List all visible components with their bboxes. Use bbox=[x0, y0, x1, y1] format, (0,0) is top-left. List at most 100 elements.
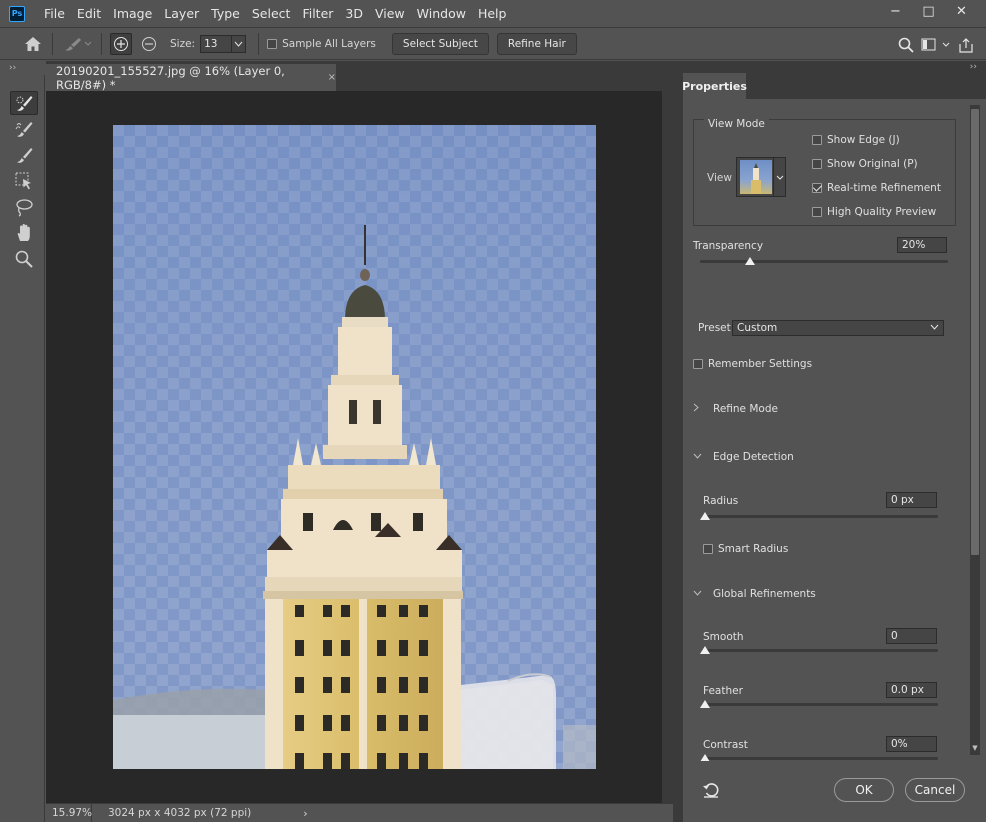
separator bbox=[101, 33, 102, 55]
chevron-right-icon[interactable] bbox=[693, 403, 705, 415]
smooth-slider[interactable] bbox=[700, 646, 938, 654]
view-label: View bbox=[707, 172, 732, 184]
panel-collapse-button[interactable]: ›› bbox=[683, 61, 986, 73]
show-edge-box[interactable] bbox=[812, 135, 822, 145]
menu-type[interactable]: Type bbox=[205, 0, 246, 28]
panel-scrollbar-thumb[interactable] bbox=[971, 109, 979, 555]
remember-settings-box[interactable] bbox=[693, 359, 703, 369]
search-icon[interactable] bbox=[894, 34, 918, 56]
toolbar-collapse-button[interactable]: ›› bbox=[0, 61, 45, 75]
high-quality-preview-checkbox[interactable]: High Quality Preview bbox=[812, 206, 936, 218]
chevron-down-icon[interactable] bbox=[773, 158, 785, 196]
menu-file[interactable]: File bbox=[38, 0, 71, 28]
menu-select[interactable]: Select bbox=[246, 0, 297, 28]
document-image[interactable] bbox=[113, 125, 596, 769]
zoom-icon[interactable] bbox=[10, 247, 38, 271]
refine-mode-section[interactable]: Refine Mode bbox=[693, 403, 778, 415]
quick-selection-icon[interactable] bbox=[10, 91, 38, 115]
chevron-down-icon[interactable] bbox=[930, 321, 939, 338]
transparency-field[interactable]: 20% bbox=[897, 237, 947, 253]
object-selection-icon[interactable] bbox=[10, 169, 38, 193]
menu-filter[interactable]: Filter bbox=[296, 0, 339, 28]
sample-all-layers-label: Sample All Layers bbox=[282, 38, 376, 50]
add-to-selection-icon[interactable] bbox=[110, 33, 132, 55]
chevron-down-icon[interactable] bbox=[693, 589, 705, 599]
minimize-button[interactable]: − bbox=[879, 0, 912, 22]
contrast-label: Contrast bbox=[703, 739, 748, 751]
preset-dropdown[interactable]: Custom bbox=[732, 320, 944, 336]
transparency-label: Transparency bbox=[693, 240, 764, 252]
panel-scroll-down-icon[interactable]: ▼ bbox=[970, 744, 980, 754]
select-subject-button[interactable]: Select Subject bbox=[391, 33, 489, 55]
preset-value: Custom bbox=[737, 322, 778, 334]
smart-radius-label: Smart Radius bbox=[718, 543, 789, 555]
remember-settings-label: Remember Settings bbox=[708, 358, 813, 370]
menu-help[interactable]: Help bbox=[472, 0, 513, 28]
menu-layer[interactable]: Layer bbox=[158, 0, 205, 28]
tab-properties[interactable]: Properties bbox=[682, 73, 747, 99]
separator bbox=[52, 33, 53, 55]
sample-all-layers-box[interactable] bbox=[267, 39, 278, 49]
global-refinements-section[interactable]: Global Refinements bbox=[693, 588, 816, 600]
canvas-vertical-scrollbar[interactable] bbox=[662, 91, 673, 803]
transparency-slider[interactable] bbox=[700, 257, 948, 265]
smart-radius-checkbox[interactable]: Smart Radius bbox=[703, 543, 788, 555]
smooth-slider-thumb[interactable] bbox=[700, 646, 710, 654]
window-controls: − □ ✕ bbox=[879, 0, 978, 22]
feather-slider[interactable] bbox=[700, 700, 938, 708]
panel-scrollbar[interactable] bbox=[970, 105, 980, 755]
separator bbox=[258, 33, 260, 55]
refine-hair-button[interactable]: Refine Hair bbox=[496, 33, 577, 55]
home-icon[interactable] bbox=[22, 33, 44, 55]
view-mode-picker[interactable] bbox=[736, 157, 786, 197]
share-icon[interactable] bbox=[954, 34, 978, 56]
radius-slider-thumb[interactable] bbox=[700, 512, 710, 520]
show-original-checkbox[interactable]: Show Original (P) bbox=[812, 158, 918, 170]
subtract-from-selection-icon[interactable] bbox=[138, 33, 160, 55]
reset-icon[interactable] bbox=[701, 780, 721, 800]
cancel-button[interactable]: Cancel bbox=[905, 778, 965, 802]
ok-button[interactable]: OK bbox=[834, 778, 894, 802]
status-menu-arrow-icon[interactable]: › bbox=[303, 807, 307, 820]
menu-view[interactable]: View bbox=[369, 0, 411, 28]
feather-field[interactable]: 0.0 px bbox=[886, 682, 937, 698]
contrast-slider[interactable] bbox=[700, 754, 938, 762]
radius-label: Radius bbox=[703, 495, 739, 507]
show-edge-checkbox[interactable]: Show Edge (J) bbox=[812, 134, 900, 146]
document-tab[interactable]: 20190201_155527.jpg @ 16% (Layer 0, RGB/… bbox=[46, 64, 336, 92]
remember-settings-checkbox[interactable]: Remember Settings bbox=[693, 358, 812, 370]
zoom-level[interactable]: 15.97% bbox=[46, 803, 92, 822]
workspace-switcher-icon[interactable] bbox=[918, 34, 954, 56]
high-quality-preview-box[interactable] bbox=[812, 207, 822, 217]
canvas-area[interactable] bbox=[46, 91, 662, 803]
realtime-refinement-box[interactable] bbox=[812, 183, 822, 193]
chevron-down-icon[interactable] bbox=[231, 36, 245, 52]
close-window-button[interactable]: ✕ bbox=[945, 0, 978, 22]
feather-slider-thumb[interactable] bbox=[700, 700, 710, 708]
lasso-icon[interactable] bbox=[10, 195, 38, 219]
menu-image[interactable]: Image bbox=[107, 0, 158, 28]
menu-edit[interactable]: Edit bbox=[71, 0, 107, 28]
contrast-field[interactable]: 0% bbox=[886, 736, 937, 752]
smart-radius-box[interactable] bbox=[703, 544, 713, 554]
brush-icon[interactable] bbox=[10, 143, 38, 167]
transparency-slider-thumb[interactable] bbox=[744, 257, 755, 265]
menu-window[interactable]: Window bbox=[411, 0, 472, 28]
maximize-button[interactable]: □ bbox=[912, 0, 945, 22]
refine-edge-brush-icon[interactable] bbox=[10, 117, 38, 141]
chevron-down-icon[interactable] bbox=[693, 452, 705, 462]
realtime-refinement-checkbox[interactable]: Real-time Refinement bbox=[812, 182, 941, 194]
photoshop-logo: Ps bbox=[9, 5, 25, 22]
smooth-field[interactable]: 0 bbox=[886, 628, 937, 644]
close-tab-icon[interactable]: × bbox=[328, 72, 336, 83]
edge-detection-section[interactable]: Edge Detection bbox=[693, 451, 794, 463]
radius-field[interactable]: 0 px bbox=[886, 492, 937, 508]
brush-size-field[interactable]: 13 bbox=[200, 35, 247, 53]
sample-all-layers-checkbox[interactable]: Sample All Layers bbox=[267, 38, 376, 50]
show-original-box[interactable] bbox=[812, 159, 822, 169]
menu-3d[interactable]: 3D bbox=[339, 0, 369, 28]
global-refinements-label: Global Refinements bbox=[713, 588, 816, 600]
brush-preset-picker-icon[interactable] bbox=[61, 33, 93, 55]
hand-icon[interactable] bbox=[10, 221, 38, 245]
radius-slider[interactable] bbox=[700, 512, 938, 520]
